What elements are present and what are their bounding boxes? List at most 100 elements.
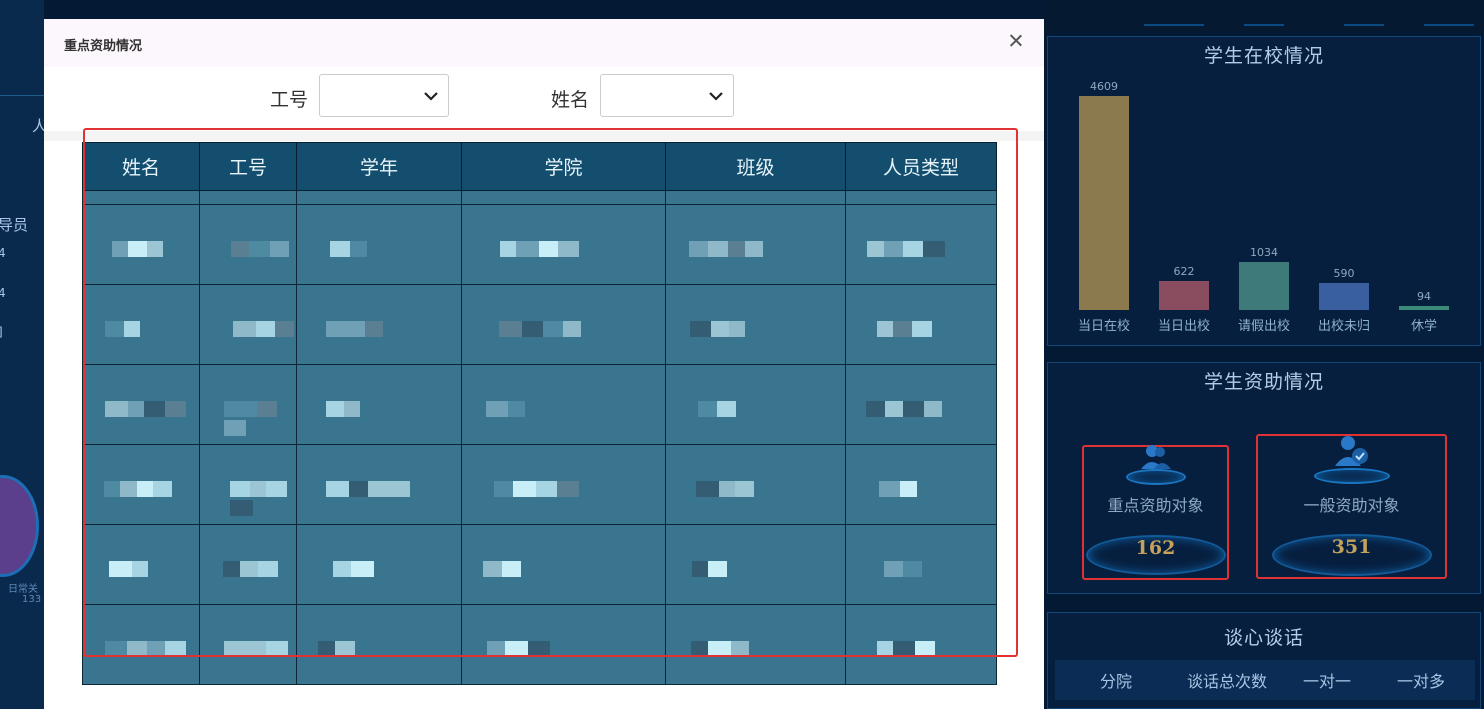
left-label: ] xyxy=(0,325,3,339)
table-cell xyxy=(296,204,462,285)
redacted-content xyxy=(486,401,525,417)
col-header-college[interactable]: 学院 xyxy=(461,142,666,191)
table-row[interactable] xyxy=(82,444,997,525)
general-aid-card[interactable]: 一般资助对象 351 xyxy=(1256,434,1447,579)
table-cell xyxy=(845,604,997,685)
col-header-person-type[interactable]: 人员类型 xyxy=(845,142,997,191)
top-decor-bar xyxy=(1044,0,1484,32)
redacted-content xyxy=(318,641,355,657)
table-cell xyxy=(82,604,200,685)
table-cell xyxy=(845,444,997,525)
table-cell xyxy=(296,284,462,365)
redacted-content xyxy=(326,481,410,497)
redacted-content xyxy=(689,241,763,257)
bar-category-label: 出校未归 xyxy=(1317,319,1370,334)
bar-0[interactable] xyxy=(1079,96,1129,310)
talk-col-header: 谈话总次数 xyxy=(1187,672,1268,691)
table-cell xyxy=(665,524,846,605)
table-cell xyxy=(665,284,846,365)
talk-col-header: 一对一 xyxy=(1303,672,1352,691)
table-cell xyxy=(296,364,462,445)
col-header-class[interactable]: 班级 xyxy=(665,142,846,191)
redacted-content xyxy=(104,481,172,497)
redacted-content xyxy=(691,641,749,657)
pie-chart-circle xyxy=(0,478,36,574)
table-cell xyxy=(199,284,297,365)
redacted-content xyxy=(105,321,140,337)
table-cell xyxy=(461,524,666,605)
table-cell xyxy=(665,444,846,525)
col-header-academic-year[interactable]: 学年 xyxy=(296,142,462,191)
bar-value-label: 94 xyxy=(1417,290,1431,303)
chevron-down-icon xyxy=(424,92,438,101)
redacted-content xyxy=(867,241,945,257)
bar-4[interactable] xyxy=(1399,306,1449,310)
table-cell xyxy=(845,364,997,445)
table-cell xyxy=(199,604,297,685)
table-row[interactable] xyxy=(82,604,997,685)
redacted-content xyxy=(483,561,521,577)
employee-id-label: 工号 xyxy=(270,89,309,111)
bar-2[interactable] xyxy=(1239,262,1289,310)
user-check-icon xyxy=(1334,436,1368,466)
redacted-content xyxy=(500,241,579,257)
ring-decor xyxy=(1125,469,1186,485)
redacted-content xyxy=(224,401,296,436)
table-cell xyxy=(82,364,200,445)
talk-table-header: 分院 谈话总次数 一对一 一对多 xyxy=(1055,660,1475,700)
bar-category-label: 请假出校 xyxy=(1237,319,1290,334)
redacted-content xyxy=(230,481,296,516)
table-cell xyxy=(845,284,997,365)
table-cell xyxy=(296,604,462,685)
table-cell xyxy=(461,604,666,685)
redacted-content xyxy=(487,641,550,657)
left-label: 4 xyxy=(0,246,6,260)
table-row[interactable] xyxy=(82,524,997,605)
redacted-content xyxy=(692,561,727,577)
name-select[interactable] xyxy=(600,74,734,117)
redacted-content xyxy=(494,481,579,497)
bar-value-label: 1034 xyxy=(1250,246,1278,259)
redacted-content xyxy=(223,561,278,577)
redacted-content xyxy=(326,321,383,337)
table-row[interactable] xyxy=(82,204,997,285)
table-cell xyxy=(461,284,666,365)
bar-category-label: 休学 xyxy=(1410,319,1437,334)
redacted-content xyxy=(866,401,942,417)
modal-title: 重点资助情况 xyxy=(64,39,143,54)
talk-col-header: 分院 xyxy=(1100,672,1133,691)
employee-id-select[interactable] xyxy=(319,74,449,117)
key-aid-card[interactable]: 重点资助对象 162 xyxy=(1082,445,1229,580)
left-label: 4 xyxy=(0,286,6,300)
close-icon[interactable] xyxy=(1006,31,1026,51)
redacted-content xyxy=(105,641,186,657)
chevron-down-icon xyxy=(709,92,723,101)
modal-header: 重点资助情况 xyxy=(44,19,1044,67)
name-label: 姓名 xyxy=(551,89,590,111)
table-cell xyxy=(461,364,666,445)
bar-1[interactable] xyxy=(1159,281,1209,310)
col-header-name[interactable]: 姓名 xyxy=(82,142,200,191)
redacted-content xyxy=(109,561,148,577)
table-cell xyxy=(461,204,666,285)
bar-value-label: 622 xyxy=(1173,265,1195,278)
bar-value-label: 4609 xyxy=(1090,80,1118,93)
redacted-content xyxy=(884,561,922,577)
table-cell xyxy=(82,444,200,525)
redacted-content xyxy=(696,481,754,497)
col-header-employee-id[interactable]: 工号 xyxy=(199,142,297,191)
redacted-content xyxy=(698,401,736,417)
redacted-content xyxy=(330,241,367,257)
users-icon xyxy=(1140,445,1171,469)
key-aid-label: 重点资助对象 xyxy=(1107,496,1204,515)
redacted-content xyxy=(231,241,289,257)
table-row[interactable] xyxy=(82,364,997,445)
bar-category-label: 当日出校 xyxy=(1157,319,1210,334)
table-cell xyxy=(199,524,297,605)
redacted-content xyxy=(112,241,163,257)
redacted-content xyxy=(233,321,294,337)
redacted-content xyxy=(499,321,581,337)
bar-3[interactable] xyxy=(1319,283,1369,310)
redacted-content xyxy=(877,641,935,657)
table-row[interactable] xyxy=(82,284,997,365)
